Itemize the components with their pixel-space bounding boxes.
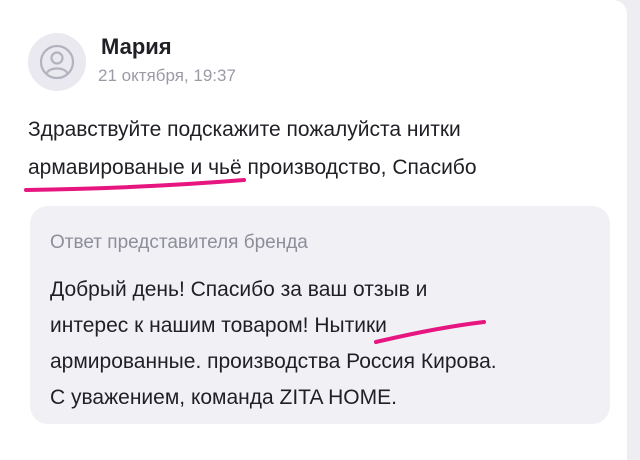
- brand-reply-line: интерес к нашим товаром! Нытики: [50, 314, 387, 337]
- brand-reply-line: С уважением, команда ZITA HOME.: [50, 386, 397, 409]
- review-text-line: Здравствуйте подскажите пожалуйста нитки: [28, 118, 461, 141]
- brand-reply-text: Добрый день! Спасибо за ваш отзыв и инте…: [50, 272, 497, 416]
- review-text: Здравствуйте подскажите пожалуйста нитки…: [28, 111, 618, 187]
- review-author-name: Мария: [101, 34, 172, 59]
- review-date: 21 октября, 19:37: [98, 66, 236, 85]
- brand-reply-box: Ответ представителя бренда Добрый день! …: [30, 206, 610, 424]
- brand-reply-title: Ответ представителя бренда: [50, 232, 308, 253]
- user-avatar-icon: [28, 33, 86, 91]
- brand-reply-line: Добрый день! Спасибо за ваш отзыв и: [50, 278, 428, 301]
- review-card: Мария 21 октября, 19:37 Здравствуйте под…: [0, 0, 627, 460]
- brand-reply-line: армированные. производства Россия Кирова…: [50, 350, 497, 373]
- review-text-line: армавированые и чьё производство, Спасиб…: [28, 156, 477, 179]
